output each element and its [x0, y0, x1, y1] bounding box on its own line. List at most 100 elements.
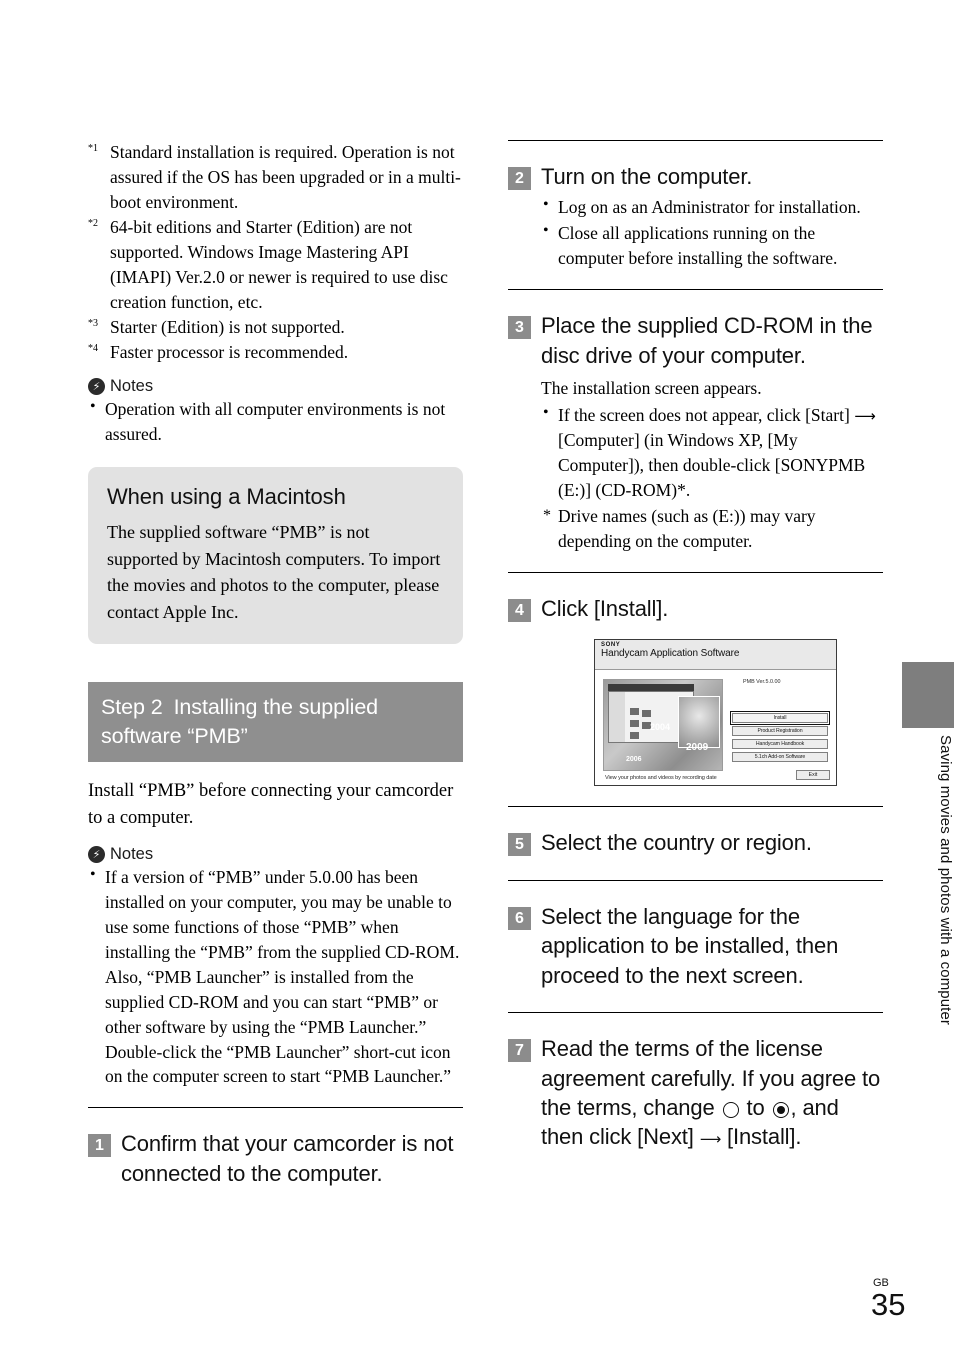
step-title: Read the terms of the license agreement … [541, 1034, 883, 1152]
step-title: Select the language for the application … [541, 903, 839, 988]
step-title: Confirm that your camcorder is not conne… [121, 1131, 454, 1186]
page: *1 Standard installation is required. Op… [0, 0, 954, 1357]
artwork-year-2009: 2009 [686, 742, 709, 754]
step2-section-header: Step 2 Installing the supplied software “… [88, 682, 463, 763]
list-item-footnote: Drive names (such as (E:)) may vary depe… [541, 504, 883, 554]
notes-label: Notes [110, 377, 154, 396]
product-registration-button[interactable]: Product Registration [732, 726, 828, 737]
step-number-badge: 4 [508, 598, 531, 622]
artwork-thumb [630, 732, 639, 740]
step2-label: Step 2 [101, 695, 163, 720]
step-2-details: Log on as an Administrator for installat… [541, 194, 883, 271]
installer-artwork: 2004 2009 2006 [603, 679, 723, 772]
installer-title: Handycam Application Software [601, 648, 740, 660]
footnote-item: *3 Starter (Edition) is not supported. [88, 315, 463, 340]
step-3-bullet-part-a: If the screen does not appear, click [St… [558, 405, 850, 426]
radio-unselected-icon [722, 1101, 739, 1118]
step-7-text-d: [Install]. [727, 1124, 802, 1150]
list-item: If the screen does not appear, click [St… [541, 402, 883, 503]
artwork-thumb [630, 708, 639, 716]
left-column: *1 Standard installation is required. Op… [88, 140, 463, 1188]
artwork-year-2006: 2006 [626, 756, 642, 764]
footnote-item: *4 Faster processor is recommended. [88, 340, 463, 365]
right-arrow-icon: ⟶ [699, 1130, 722, 1149]
step-5: 5 Select the country or region. [508, 828, 883, 857]
notes-label: Notes [110, 844, 154, 863]
installer-window: SONY Handycam Application Software 2004 … [594, 639, 837, 787]
footnote-text: Starter (Edition) is not supported. [110, 316, 345, 337]
artwork-sidebar [609, 692, 625, 743]
install-button[interactable]: Install [730, 711, 830, 726]
footnote-item: *2 64-bit editions and Starter (Edition)… [88, 215, 463, 315]
step-3-details: The installation screen appears. If the … [541, 376, 883, 553]
footnote-list: *1 Standard installation is required. Op… [88, 140, 463, 364]
artwork-window-titlebar [608, 684, 694, 692]
chapter-tab-label: Saving movies and photos with a computer [937, 735, 954, 1025]
step-2: 2 Turn on the computer. [508, 162, 883, 191]
step-title: Place the supplied CD-ROM in the disc dr… [541, 313, 873, 368]
step-2-bullets: Log on as an Administrator for installat… [541, 194, 883, 271]
notes-list: If a version of “PMB” under 5.0.00 has b… [88, 864, 463, 1089]
installer-body: 2004 2009 2006 View your photos and vide… [595, 671, 836, 786]
step-number-badge: 2 [508, 167, 531, 190]
footnote-text: 64-bit editions and Starter (Edition) ar… [110, 216, 448, 312]
section-lead-text: Install “PMB” before connecting your cam… [88, 781, 454, 829]
footnote-item: *1 Standard installation is required. Op… [88, 140, 463, 215]
page-folio: GB 35 [871, 1278, 906, 1322]
step-3-bullet-part-b: [Computer] (in Windows XP, [My Computer]… [558, 430, 866, 500]
macintosh-callout-title: When using a Macintosh [107, 484, 346, 510]
macintosh-callout: When using a Macintosh The supplied soft… [88, 467, 463, 645]
addon-software-button[interactable]: 5.1ch Add-on Software [732, 752, 828, 763]
step-7-text-b: to [746, 1094, 765, 1120]
right-column: 2 Turn on the computer. Log on as an Adm… [508, 140, 883, 1152]
step-7: 7 Read the terms of the license agreemen… [508, 1034, 883, 1152]
page-number: 35 [871, 1287, 906, 1322]
step-1: 1 Confirm that your camcorder is not con… [88, 1129, 463, 1188]
list-item: If a version of “PMB” under 5.0.00 has b… [88, 864, 463, 1089]
artwork-thumb [642, 710, 651, 718]
exit-button[interactable]: Exit [796, 770, 830, 781]
step-number-badge: 1 [88, 1134, 111, 1158]
artwork-year-2004: 2004 [650, 722, 671, 733]
footnote-mark: *2 [88, 217, 98, 229]
footnote-mark: *4 [88, 342, 98, 354]
footnote-text: Faster processor is recommended. [110, 341, 349, 362]
installer-screenshot-figure: SONY Handycam Application Software 2004 … [594, 639, 883, 787]
handycam-handbook-button[interactable]: Handycam Handbook [732, 739, 828, 750]
step-6: 6 Select the language for the applicatio… [508, 902, 883, 990]
step-3-intro: The installation screen appears. [541, 378, 762, 399]
footnote-mark: *3 [88, 317, 98, 329]
step-number-badge: 5 [508, 833, 531, 857]
section-divider [88, 1107, 463, 1109]
step-4: 4 Click [Install]. [508, 594, 883, 623]
artwork-portrait [678, 696, 720, 749]
installer-version-label: PMB Ver.5.0.00 [743, 679, 781, 686]
right-arrow-icon: ⟶ [854, 407, 876, 426]
installer-caption: View your photos and videos by recording… [605, 775, 717, 782]
step-number-badge: 7 [508, 1039, 531, 1063]
section-divider [508, 806, 883, 808]
step-number-badge: 3 [508, 316, 531, 340]
step-3: 3 Place the supplied CD-ROM in the disc … [508, 311, 883, 370]
notes-heading: Notes [88, 377, 463, 396]
notes-list: Operation with all computer environments… [88, 396, 463, 447]
list-item: Close all applications running on the co… [541, 220, 883, 271]
list-item: Log on as an Administrator for installat… [541, 194, 883, 220]
step-number-badge: 6 [508, 906, 531, 930]
footnote-text: Standard installation is required. Opera… [110, 142, 461, 212]
footnote-mark: *1 [88, 143, 98, 155]
step-title: Select the country or region. [541, 830, 812, 856]
notes-heading: Notes [88, 845, 463, 864]
lightning-bolt-icon [88, 378, 105, 396]
section-divider [508, 1012, 883, 1014]
section-divider [508, 879, 883, 881]
artwork-thumb [630, 720, 639, 728]
macintosh-callout-body: The supplied software “PMB” is not suppo… [107, 522, 441, 622]
lightning-bolt-icon [88, 845, 105, 863]
installer-header: SONY Handycam Application Software [595, 640, 836, 671]
step-title: Click [Install]. [541, 595, 669, 621]
step-title: Turn on the computer. [541, 164, 753, 189]
section-divider [508, 140, 883, 141]
step-3-bullets: If the screen does not appear, click [St… [541, 402, 883, 554]
radio-selected-icon [772, 1101, 789, 1118]
